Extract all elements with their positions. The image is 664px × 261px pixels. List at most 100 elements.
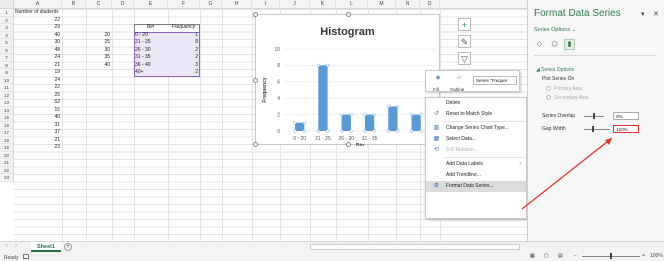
fill-line-icon[interactable]: ◇ bbox=[534, 39, 545, 50]
cell[interactable]: 31 bbox=[15, 122, 60, 130]
bin-frequency[interactable]: 3 bbox=[169, 62, 198, 70]
context-menu-item[interactable]: ▦ Select Data... bbox=[426, 134, 526, 145]
gap-width-spinner[interactable]: 150% bbox=[613, 125, 639, 133]
cell[interactable]: 37 bbox=[15, 129, 60, 137]
zoom-level[interactable]: 100% bbox=[650, 253, 663, 259]
cell[interactable]: 25 bbox=[15, 92, 60, 100]
resize-handle[interactable] bbox=[346, 12, 351, 17]
page-break-icon[interactable]: ▤ bbox=[558, 253, 563, 259]
row-header[interactable]: 2 bbox=[0, 17, 13, 24]
cell[interactable]: 22 bbox=[15, 17, 60, 25]
column-header-g[interactable]: G bbox=[200, 0, 222, 9]
bin-label[interactable]: 36 - 40 bbox=[135, 62, 166, 70]
context-menu-item[interactable]: Add Data Labels › bbox=[426, 159, 526, 170]
horizontal-scrollbar[interactable] bbox=[310, 244, 520, 250]
bin-label[interactable]: 21 - 25 bbox=[135, 39, 166, 47]
bar[interactable] bbox=[364, 114, 375, 131]
column-header-e[interactable]: E bbox=[134, 0, 168, 9]
row-header[interactable]: 7 bbox=[0, 54, 13, 62]
row-header[interactable]: 23 bbox=[0, 174, 13, 182]
column-header-c[interactable]: C bbox=[86, 0, 112, 9]
frequency-header[interactable]: Frequency bbox=[169, 24, 198, 32]
row-header[interactable]: 18 bbox=[0, 137, 13, 144]
scroll-right-icon[interactable]: › bbox=[15, 243, 17, 249]
cell[interactable]: 24 bbox=[15, 54, 60, 62]
cell[interactable]: 22 bbox=[15, 84, 60, 92]
pane-options-icon[interactable]: ▾ bbox=[641, 10, 645, 18]
column-header-b[interactable]: B bbox=[62, 0, 86, 9]
column-header-a[interactable]: A bbox=[14, 0, 62, 9]
page-layout-icon[interactable]: ▢ bbox=[544, 253, 549, 259]
row-header[interactable]: 6 bbox=[0, 47, 13, 54]
histogram-chart[interactable]: Histogram 0 2 4 6 8 10 0 - 20 21 - 25 26 - 30 31 … bbox=[253, 12, 441, 147]
cell[interactable]: 19 bbox=[15, 69, 60, 77]
column-header-j[interactable]: J bbox=[280, 0, 310, 9]
row-header[interactable]: 9 bbox=[0, 69, 13, 77]
cell[interactable]: 40 bbox=[87, 62, 110, 70]
context-menu-item[interactable]: ⚙ Format Data Series... bbox=[426, 181, 526, 192]
row-header[interactable]: 1 bbox=[0, 9, 13, 17]
bin-frequency[interactable]: 2 bbox=[169, 69, 198, 77]
cell[interactable]: 35 bbox=[87, 54, 110, 62]
bin-frequency[interactable]: 1 bbox=[169, 32, 198, 40]
series-options-section[interactable]: ◢ Series Options bbox=[536, 67, 574, 73]
effects-icon[interactable]: ⬠ bbox=[549, 39, 560, 50]
resize-handle[interactable] bbox=[346, 142, 351, 147]
row-header[interactable]: 13 bbox=[0, 99, 13, 107]
cell[interactable]: 21 bbox=[15, 62, 60, 70]
outline-icon[interactable]: ▱ bbox=[453, 74, 465, 85]
cell[interactable]: 48 bbox=[15, 47, 60, 55]
bin-frequency[interactable]: 2 bbox=[169, 47, 198, 55]
bin-label[interactable]: 40+ bbox=[135, 69, 166, 77]
column-header-f[interactable]: F bbox=[168, 0, 200, 9]
context-menu-item[interactable]: ▥ Change Series Chart Type... bbox=[426, 123, 526, 134]
bin-label[interactable]: 26 - 30 bbox=[135, 47, 166, 55]
column-header-k[interactable]: K bbox=[310, 0, 336, 9]
zoom-out-icon[interactable]: − bbox=[574, 253, 577, 259]
scroll-left-icon[interactable]: ‹ bbox=[6, 243, 8, 249]
close-icon[interactable]: ✕ bbox=[653, 10, 659, 18]
sheet-tab-sheet1[interactable]: Sheet1 bbox=[31, 242, 62, 252]
zoom-knob[interactable] bbox=[610, 253, 612, 259]
cell[interactable]: 25 bbox=[87, 39, 110, 47]
context-menu-item[interactable]: Delete bbox=[426, 98, 526, 109]
bar[interactable] bbox=[341, 114, 351, 131]
row-header[interactable]: 20 bbox=[0, 152, 13, 159]
column-header-o[interactable]: O bbox=[420, 0, 440, 9]
fill-icon[interactable]: ◈ bbox=[432, 74, 444, 85]
column-header-d[interactable]: D bbox=[112, 0, 134, 9]
chart-elements-icon[interactable]: + bbox=[458, 18, 471, 31]
row-header[interactable]: 16 bbox=[0, 122, 13, 129]
row-header[interactable]: 11 bbox=[0, 84, 13, 92]
normal-view-icon[interactable]: ▦ bbox=[530, 253, 535, 259]
row-header[interactable]: 3 bbox=[0, 24, 13, 32]
column-header-m[interactable]: M bbox=[368, 0, 396, 9]
chart-filters-icon[interactable]: ▽ bbox=[458, 52, 471, 65]
row-header[interactable]: 21 bbox=[0, 159, 13, 167]
row-header[interactable]: 8 bbox=[0, 62, 13, 69]
bar[interactable] bbox=[294, 122, 305, 131]
bar[interactable] bbox=[411, 114, 421, 131]
row-header[interactable]: 5 bbox=[0, 39, 13, 47]
series-options-icon[interactable]: ▮ bbox=[564, 39, 575, 50]
context-menu-item[interactable]: Add Trendline... bbox=[426, 170, 526, 181]
cell[interactable]: 20 bbox=[87, 32, 110, 40]
chart-styles-icon[interactable]: ✎ bbox=[458, 35, 471, 48]
resize-handle[interactable] bbox=[253, 12, 258, 17]
row-header[interactable]: 14 bbox=[0, 107, 13, 114]
cell[interactable]: 15 bbox=[15, 107, 60, 115]
zoom-in-icon[interactable]: + bbox=[642, 253, 645, 259]
cell[interactable]: 21 bbox=[15, 137, 60, 145]
row-header[interactable]: 19 bbox=[0, 144, 13, 152]
context-menu-item[interactable]: ⟲ 3-D Rotation... bbox=[426, 145, 526, 156]
series-overlap-spinner[interactable]: 0% bbox=[613, 112, 639, 120]
header-number-of-students[interactable]: Number of students bbox=[15, 9, 60, 17]
add-sheet-icon[interactable]: + bbox=[64, 243, 72, 251]
bar[interactable] bbox=[388, 106, 398, 131]
resize-handle[interactable] bbox=[253, 142, 258, 147]
cell[interactable]: 40 bbox=[15, 114, 60, 122]
cell[interactable]: 23 bbox=[15, 144, 60, 152]
chart-plot[interactable]: 0 2 4 6 8 10 0 - 20 21 - 25 26 - 30 31 - 35Bin Fre… bbox=[256, 15, 441, 146]
row-header[interactable]: 17 bbox=[0, 129, 13, 137]
row-header[interactable]: 10 bbox=[0, 77, 13, 84]
